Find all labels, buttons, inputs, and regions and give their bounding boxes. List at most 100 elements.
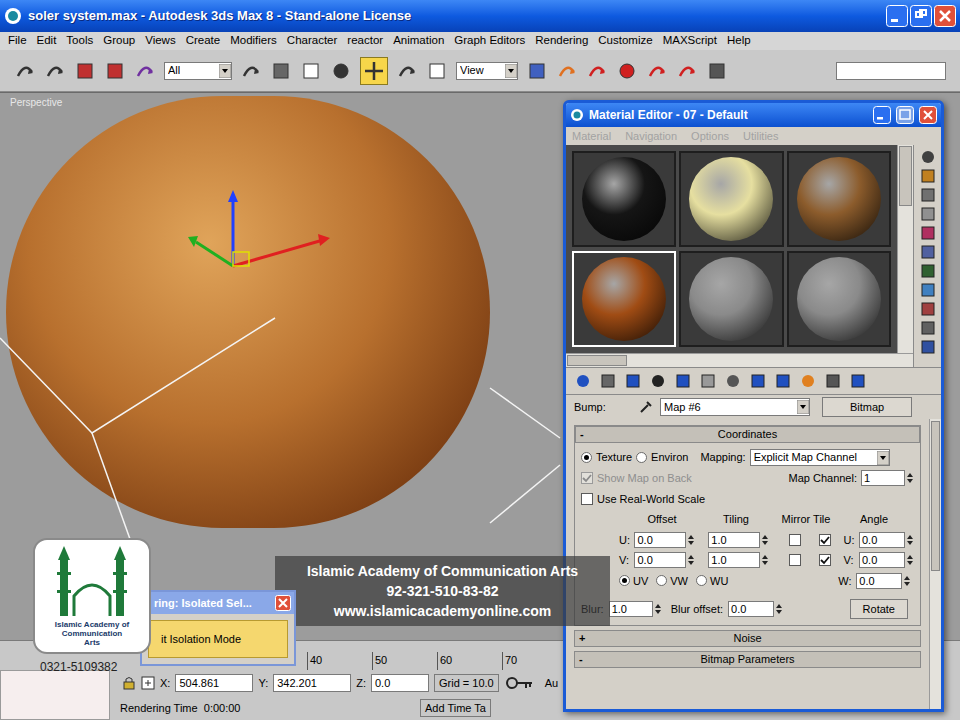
radio-button[interactable] bbox=[619, 575, 630, 586]
radio-button[interactable] bbox=[656, 575, 667, 586]
lock-icon[interactable] bbox=[122, 676, 136, 690]
number-field[interactable]: 1.0 bbox=[708, 552, 760, 568]
select-by-name-icon[interactable] bbox=[270, 60, 292, 82]
material-slot[interactable] bbox=[787, 251, 891, 347]
menu-item[interactable]: Tools bbox=[66, 32, 93, 49]
sample-tool-icon[interactable] bbox=[919, 149, 937, 165]
material-slot[interactable] bbox=[679, 251, 783, 347]
radio-button[interactable] bbox=[696, 575, 707, 586]
plane-option[interactable]: VW bbox=[656, 573, 688, 590]
material-slot[interactable] bbox=[572, 251, 676, 347]
checkbox[interactable] bbox=[581, 493, 593, 505]
maximize-icon[interactable] bbox=[910, 5, 932, 27]
menu-item[interactable]: Animation bbox=[393, 32, 444, 49]
menu-item[interactable]: Modifiers bbox=[230, 32, 277, 49]
material-tool-icon[interactable] bbox=[574, 372, 592, 390]
spinner-icon[interactable] bbox=[906, 471, 914, 485]
spinner-icon[interactable] bbox=[775, 602, 783, 616]
spinner-icon[interactable] bbox=[906, 533, 914, 547]
checkbox[interactable] bbox=[819, 554, 831, 566]
set-key-icon[interactable] bbox=[504, 674, 534, 692]
spinner-icon[interactable] bbox=[654, 602, 662, 616]
menu-item[interactable]: Help bbox=[727, 32, 751, 49]
window-crossing-icon[interactable] bbox=[330, 60, 352, 82]
material-tool-icon[interactable] bbox=[599, 372, 617, 390]
material-tool-icon[interactable] bbox=[649, 372, 667, 390]
rollout-header[interactable]: -Coordinates bbox=[575, 426, 920, 443]
menu-item[interactable]: reactor bbox=[347, 32, 383, 49]
menu-item[interactable]: Graph Editors bbox=[454, 32, 525, 49]
absolute-mode-icon[interactable] bbox=[141, 676, 155, 690]
sample-tool-icon[interactable] bbox=[919, 301, 937, 317]
scale-icon[interactable] bbox=[426, 60, 448, 82]
minimize-icon[interactable] bbox=[873, 106, 891, 124]
close-icon[interactable] bbox=[934, 5, 956, 27]
slot-vscroll[interactable] bbox=[897, 145, 913, 353]
maxscript-listener[interactable] bbox=[0, 670, 110, 720]
mapping-dropdown[interactable]: Explicit Map Channel bbox=[750, 449, 890, 466]
slot-hscroll[interactable] bbox=[566, 353, 913, 367]
plane-option[interactable]: UV bbox=[619, 573, 648, 590]
link-icon[interactable] bbox=[74, 60, 96, 82]
coordinate-field[interactable]: 504.861 bbox=[175, 674, 253, 692]
number-field[interactable]: 0.0 bbox=[728, 601, 774, 617]
parameters-scrollbar[interactable] bbox=[929, 419, 941, 709]
radio-button[interactable] bbox=[636, 452, 647, 463]
checkbox[interactable] bbox=[789, 554, 801, 566]
scroll-thumb[interactable] bbox=[567, 355, 627, 366]
named-selection-field[interactable] bbox=[836, 62, 946, 80]
manipulate-icon[interactable] bbox=[556, 60, 578, 82]
material-tool-icon[interactable] bbox=[674, 372, 692, 390]
menu-item[interactable]: Customize bbox=[598, 32, 652, 49]
radio-button[interactable] bbox=[581, 452, 592, 463]
number-field[interactable]: 0.0 bbox=[859, 532, 905, 548]
unlink-icon[interactable] bbox=[104, 60, 126, 82]
material-tool-icon[interactable] bbox=[724, 372, 742, 390]
menu-item[interactable]: MAXScript bbox=[663, 32, 717, 49]
material-tool-icon[interactable] bbox=[699, 372, 717, 390]
number-field[interactable]: 0.0 bbox=[634, 552, 686, 568]
sample-tool-icon[interactable] bbox=[919, 225, 937, 241]
move-icon[interactable] bbox=[363, 60, 385, 82]
map-type-button[interactable]: Bitmap bbox=[822, 397, 912, 417]
angle-snap-icon[interactable] bbox=[616, 60, 638, 82]
material-tool-icon[interactable] bbox=[849, 372, 867, 390]
material-tool-icon[interactable] bbox=[624, 372, 642, 390]
spinner-icon[interactable] bbox=[687, 533, 695, 547]
redo-icon[interactable] bbox=[44, 60, 66, 82]
number-field[interactable]: 0.0 bbox=[634, 532, 686, 548]
number-field[interactable]: 1 bbox=[861, 470, 905, 486]
spinner-snap-icon[interactable] bbox=[676, 60, 698, 82]
close-icon[interactable] bbox=[919, 106, 937, 124]
selection-filter[interactable]: All bbox=[164, 62, 232, 80]
coordinate-field[interactable]: 342.201 bbox=[273, 674, 351, 692]
region-icon[interactable] bbox=[300, 60, 322, 82]
eyedropper-icon[interactable] bbox=[638, 399, 654, 415]
menu-item[interactable]: Create bbox=[186, 32, 221, 49]
sample-tool-icon[interactable] bbox=[919, 187, 937, 203]
menu-item[interactable]: Character bbox=[287, 32, 338, 49]
number-field[interactable]: 1.0 bbox=[609, 601, 653, 617]
menu-item[interactable]: Group bbox=[103, 32, 135, 49]
material-slot[interactable] bbox=[787, 151, 891, 247]
coordinate-field[interactable]: 0.0 bbox=[371, 674, 429, 692]
number-field[interactable]: 0.0 bbox=[859, 552, 905, 568]
scroll-thumb[interactable] bbox=[931, 421, 940, 571]
undo-icon[interactable] bbox=[14, 60, 36, 82]
sample-tool-icon[interactable] bbox=[919, 206, 937, 222]
spinner-icon[interactable] bbox=[761, 533, 769, 547]
sample-tool-icon[interactable] bbox=[919, 244, 937, 260]
material-tool-icon[interactable] bbox=[774, 372, 792, 390]
menu-item[interactable]: Edit bbox=[37, 32, 57, 49]
number-field[interactable]: 1.0 bbox=[708, 532, 760, 548]
checkbox[interactable] bbox=[819, 534, 831, 546]
sample-tool-icon[interactable] bbox=[919, 263, 937, 279]
reference-coordinate[interactable]: View bbox=[456, 62, 518, 80]
pivot-icon[interactable] bbox=[526, 60, 548, 82]
exit-isolation-button[interactable]: it Isolation Mode bbox=[148, 620, 288, 658]
add-time-tag[interactable]: Add Time Ta bbox=[420, 699, 491, 717]
material-tool-icon[interactable] bbox=[824, 372, 842, 390]
rotate-icon[interactable] bbox=[396, 60, 418, 82]
sample-tool-icon[interactable] bbox=[919, 339, 937, 355]
number-field[interactable]: 0.0 bbox=[856, 573, 902, 589]
